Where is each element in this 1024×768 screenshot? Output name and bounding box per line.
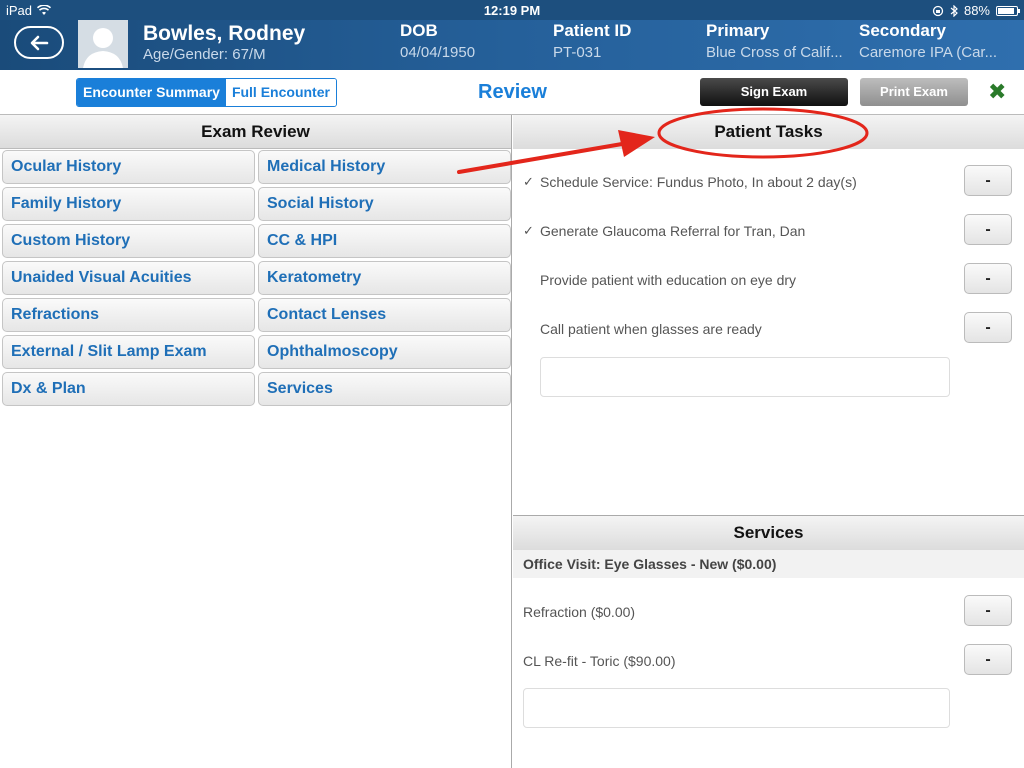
status-time: 12:19 PM bbox=[483, 3, 541, 18]
exam-item-dx-plan[interactable]: Dx & Plan bbox=[2, 372, 255, 406]
battery-fill bbox=[998, 7, 1014, 14]
remove-task-button[interactable]: - bbox=[964, 312, 1012, 343]
remove-service-button[interactable]: - bbox=[964, 644, 1012, 675]
services-title: Services bbox=[513, 516, 1024, 550]
exam-item-family-history[interactable]: Family History bbox=[2, 187, 255, 221]
person-silhouette-icon bbox=[78, 20, 128, 68]
remove-task-button[interactable]: - bbox=[964, 214, 1012, 245]
back-button[interactable] bbox=[14, 26, 64, 59]
secondary-column: Secondary Caremore IPA (Car... bbox=[859, 21, 997, 61]
service-text: CL Re-fit - Toric ($90.00) bbox=[523, 653, 676, 669]
battery-percent: 88% bbox=[963, 3, 990, 18]
services-section: Services Office Visit: Eye Glasses - New… bbox=[513, 515, 1024, 768]
exam-item-keratometry[interactable]: Keratometry bbox=[258, 261, 511, 295]
exam-item-refractions[interactable]: Refractions bbox=[2, 298, 255, 332]
dob-value: 04/04/1950 bbox=[400, 44, 476, 61]
exam-item-services[interactable]: Services bbox=[258, 372, 511, 406]
task-text: Schedule Service: Fundus Photo, In about… bbox=[540, 174, 857, 190]
avatar bbox=[78, 20, 128, 68]
primary-label: Primary bbox=[706, 21, 770, 40]
task-text: Provide patient with education on eye dr… bbox=[540, 272, 797, 288]
task-text: Generate Glaucoma Referral for Tran, Dan bbox=[540, 223, 806, 239]
patient-id-value: PT-031 bbox=[553, 44, 602, 61]
check-icon: ✓ bbox=[523, 223, 534, 238]
patient-age-gender: Age/Gender: 67/M bbox=[143, 46, 266, 63]
exam-item-ophthalmoscopy[interactable]: Ophthalmoscopy bbox=[258, 335, 511, 369]
close-icon[interactable]: ✖ bbox=[988, 79, 1006, 105]
exam-item-cc-hpi[interactable]: CC & HPI bbox=[258, 224, 511, 258]
exam-review-title: Exam Review bbox=[0, 115, 511, 149]
primary-value: Blue Cross of Calif... bbox=[706, 44, 843, 61]
new-task-input[interactable] bbox=[540, 357, 950, 397]
secondary-value: Caremore IPA (Car... bbox=[859, 44, 998, 61]
tab-encounter-summary[interactable]: Encounter Summary bbox=[77, 79, 226, 106]
exam-review-grid: Ocular History Medical History Family Hi… bbox=[2, 150, 511, 406]
patient-tasks-title: Patient Tasks bbox=[513, 115, 1024, 149]
dob-label: DOB bbox=[400, 21, 438, 40]
task-row: Provide patient with education on eye dr… bbox=[513, 263, 1024, 299]
tab-full-encounter[interactable]: Full Encounter bbox=[225, 79, 336, 106]
toolbar: Encounter Summary Full Encounter Review … bbox=[0, 70, 1024, 115]
service-text: Refraction ($0.00) bbox=[523, 604, 636, 620]
check-icon: ✓ bbox=[523, 174, 534, 189]
battery-icon bbox=[996, 5, 1020, 16]
patient-name: Bowles, Rodney bbox=[143, 22, 306, 45]
print-exam-button[interactable]: Print Exam bbox=[860, 78, 968, 106]
service-row: Refraction ($0.00) - bbox=[513, 595, 1024, 631]
primary-column: Primary Blue Cross of Calif... bbox=[706, 21, 843, 61]
page-title: Review bbox=[478, 81, 547, 103]
exam-item-ocular-history[interactable]: Ocular History bbox=[2, 150, 255, 184]
right-panel: Patient Tasks ✓ Schedule Service: Fundus… bbox=[513, 115, 1024, 768]
patient-id-label: Patient ID bbox=[553, 21, 632, 40]
exam-item-medical-history[interactable]: Medical History bbox=[258, 150, 511, 184]
remove-task-button[interactable]: - bbox=[964, 165, 1012, 196]
exam-review-panel: Exam Review Ocular History Medical Histo… bbox=[0, 115, 512, 768]
encounter-view-segmented-control: Encounter Summary Full Encounter bbox=[76, 78, 337, 107]
status-right: 88% bbox=[932, 3, 1020, 18]
services-visit-heading: Office Visit: Eye Glasses - New ($0.00) bbox=[513, 550, 1024, 578]
patient-id-column: Patient ID PT-031 bbox=[553, 21, 631, 61]
exam-item-external-slit-lamp[interactable]: External / Slit Lamp Exam bbox=[2, 335, 255, 369]
status-bar: iPad 12:19 PM 88% bbox=[0, 0, 1024, 20]
task-text: Call patient when glasses are ready bbox=[540, 321, 762, 337]
exam-item-contact-lenses[interactable]: Contact Lenses bbox=[258, 298, 511, 332]
exam-item-unaided-visual-acuities[interactable]: Unaided Visual Acuities bbox=[2, 261, 255, 295]
task-row: Call patient when glasses are ready - bbox=[513, 312, 1024, 348]
patient-header: Bowles, Rodney Age/Gender: 67/M DOB 04/0… bbox=[0, 20, 1024, 70]
new-service-input[interactable] bbox=[523, 688, 950, 728]
sign-exam-button[interactable]: Sign Exam bbox=[700, 78, 848, 106]
task-row: ✓ Generate Glaucoma Referral for Tran, D… bbox=[513, 214, 1024, 250]
exam-item-social-history[interactable]: Social History bbox=[258, 187, 511, 221]
exam-item-custom-history[interactable]: Custom History bbox=[2, 224, 255, 258]
orientation-lock-icon bbox=[932, 5, 944, 16]
back-arrow-icon bbox=[30, 35, 49, 50]
remove-service-button[interactable]: - bbox=[964, 595, 1012, 626]
bluetooth-icon bbox=[950, 4, 958, 17]
secondary-label: Secondary bbox=[859, 21, 946, 40]
task-row: ✓ Schedule Service: Fundus Photo, In abo… bbox=[513, 165, 1024, 201]
dob-column: DOB 04/04/1950 bbox=[400, 21, 475, 61]
remove-task-button[interactable]: - bbox=[964, 263, 1012, 294]
service-row: CL Re-fit - Toric ($90.00) - bbox=[513, 644, 1024, 680]
